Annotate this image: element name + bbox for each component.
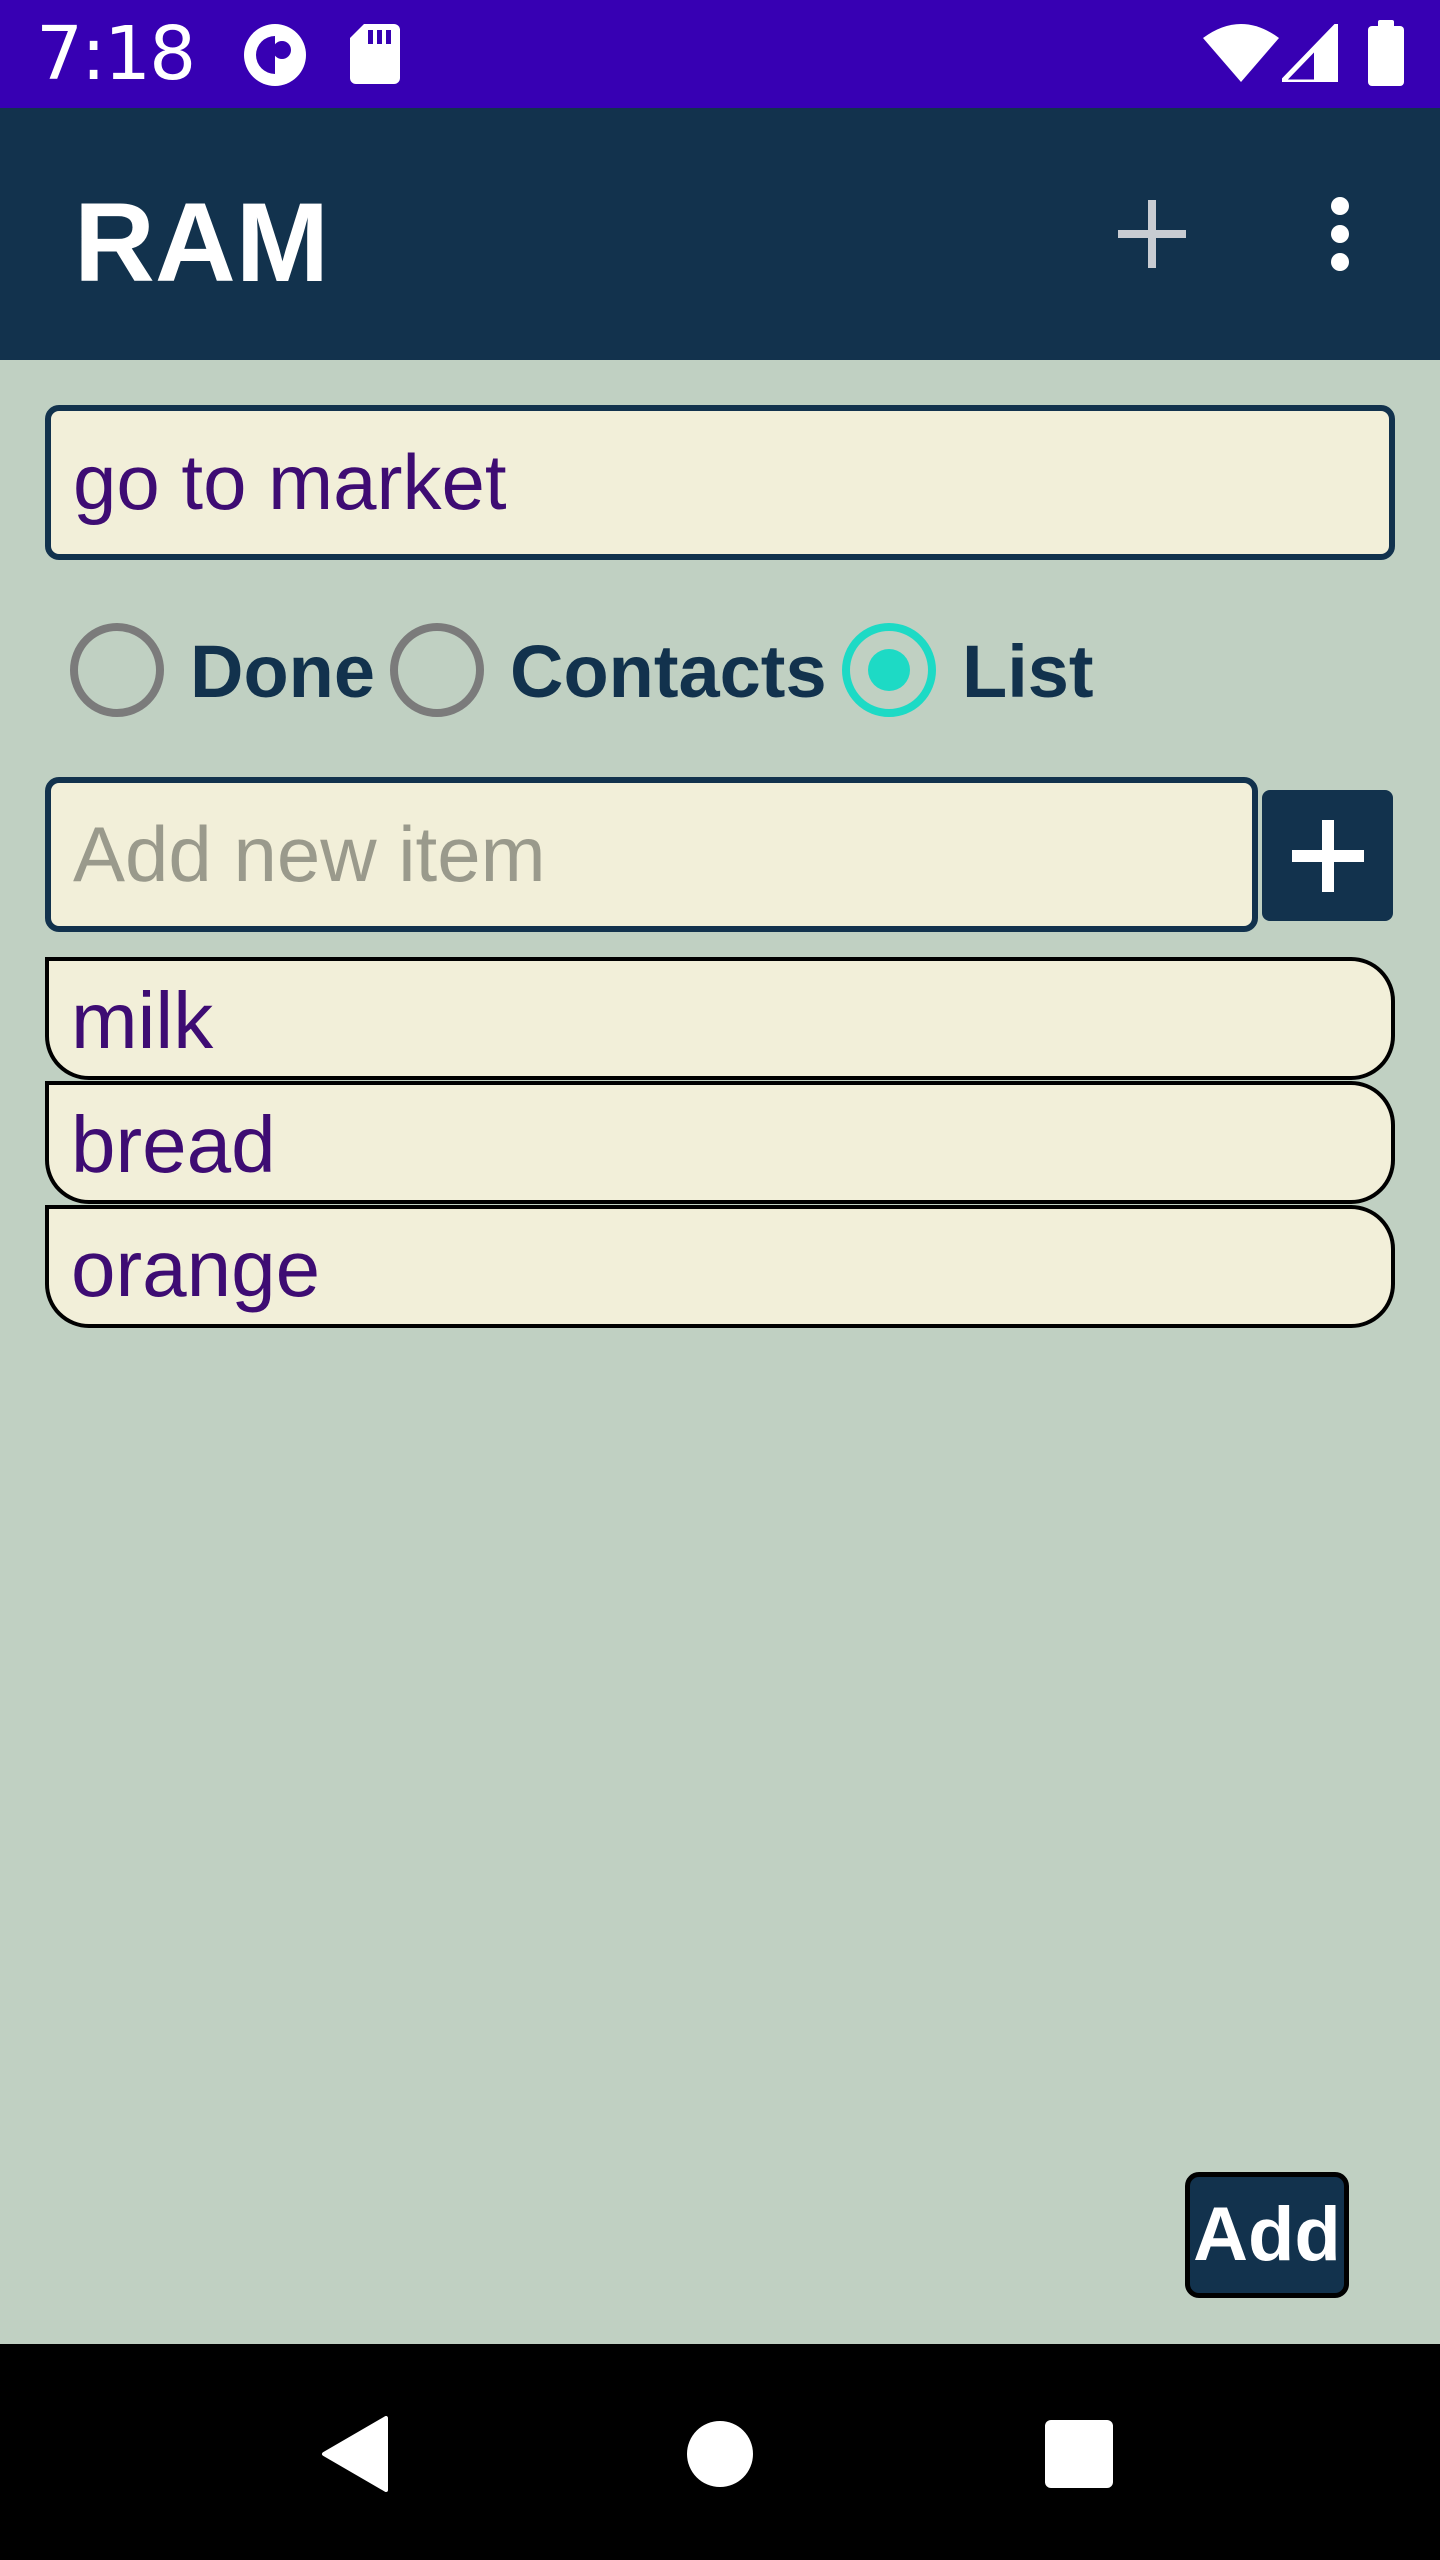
radio-label-contacts[interactable]: Contacts xyxy=(510,630,827,714)
sd-card-icon xyxy=(350,24,400,84)
radio-contacts[interactable] xyxy=(390,623,484,717)
radio-label-done[interactable]: Done xyxy=(190,630,375,714)
radio-list[interactable] xyxy=(842,623,936,717)
recents-icon[interactable] xyxy=(1045,2420,1113,2488)
title-field[interactable] xyxy=(45,405,1395,560)
more-vert-icon[interactable] xyxy=(1322,196,1358,276)
status-bar: 7:18 xyxy=(0,0,1440,108)
radio-group: Done Contacts List xyxy=(0,610,1440,730)
radio-selected-dot xyxy=(868,649,910,691)
signal-icon xyxy=(1282,24,1338,82)
app-title: RAM xyxy=(74,180,330,305)
home-icon[interactable] xyxy=(686,2420,754,2488)
list-item-text: orange xyxy=(71,1224,321,1313)
add-button[interactable]: Add xyxy=(1185,2172,1349,2298)
radio-done[interactable] xyxy=(70,623,164,717)
list-item[interactable]: bread xyxy=(45,1081,1395,1204)
list-item[interactable]: orange xyxy=(45,1205,1395,1328)
list-item[interactable]: milk xyxy=(45,957,1395,1080)
pocket-casts-icon xyxy=(244,24,306,86)
battery-icon xyxy=(1368,20,1404,86)
new-item-input[interactable] xyxy=(45,777,1258,932)
list-item-text: bread xyxy=(71,1100,276,1189)
app-bar: RAM xyxy=(0,108,1440,360)
list-item-text: milk xyxy=(71,976,214,1065)
wifi-icon xyxy=(1203,24,1279,82)
add-item-button[interactable] xyxy=(1262,790,1393,921)
back-icon[interactable] xyxy=(320,2416,388,2492)
radio-label-list[interactable]: List xyxy=(962,630,1094,714)
nav-bar xyxy=(0,2344,1440,2560)
status-time: 7:18 xyxy=(36,11,196,97)
add-icon[interactable] xyxy=(1116,198,1188,270)
plus-icon xyxy=(1292,820,1364,892)
